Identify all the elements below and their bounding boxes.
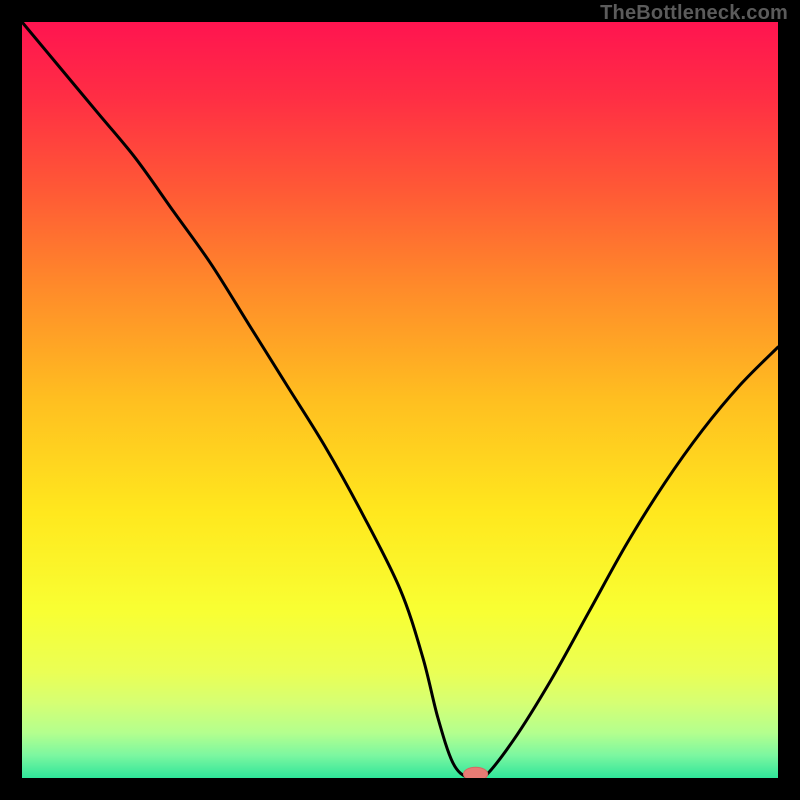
plot-area <box>22 22 778 778</box>
watermark-text: TheBottleneck.com <box>600 2 788 25</box>
gradient-background <box>22 22 778 778</box>
minimum-marker <box>464 767 488 778</box>
bottleneck-chart-svg <box>22 22 778 778</box>
chart-frame: TheBottleneck.com <box>0 0 800 800</box>
